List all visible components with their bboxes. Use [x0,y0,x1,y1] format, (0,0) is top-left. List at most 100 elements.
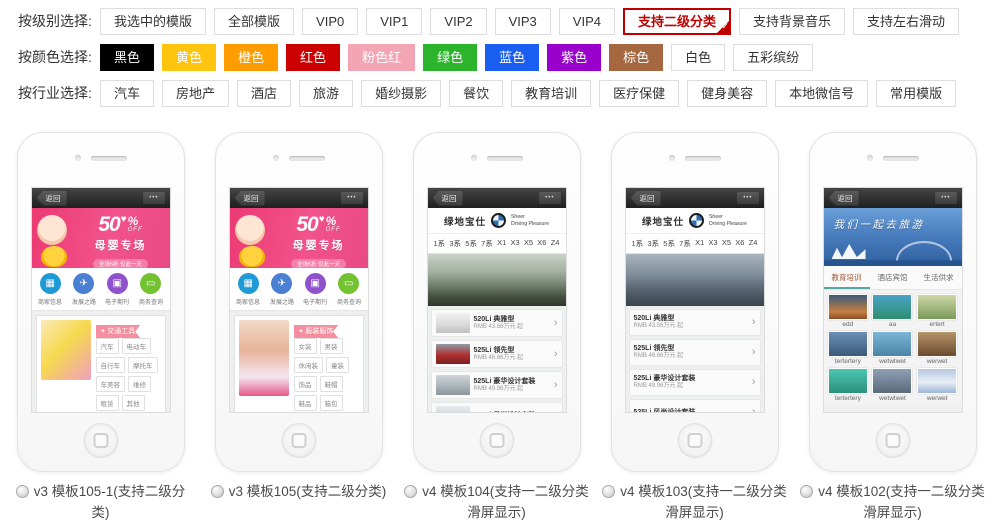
template-radio[interactable] [602,485,615,498]
phone-sensors [18,155,184,161]
template-radio[interactable] [211,485,224,498]
filter-bar: 按级别选择: 我选中的模版全部模版VIP0VIP1VIP2VIP3VIP4支持二… [0,0,993,107]
travel-grid-cell: tertertery [828,368,868,402]
car-list-item: 525Li 风尚设计套装 › [629,399,761,413]
category-tag: 其他 [122,395,145,411]
color-filter-button[interactable]: 棕色 [609,44,663,71]
heart-icon: ♥ [319,215,325,225]
category-card-clothing: 服装服饰 女装男装休闲装童装饰品鞋帽鞋品箱包布艺户外其他 [234,315,364,413]
home-button [479,423,514,458]
industry-filter-button[interactable]: 常用模版 [876,80,956,107]
template-caption: v4 模板103(支持一二级分类 滑屏显示) [602,482,788,524]
template-radio[interactable] [16,485,29,498]
preview-navbar: 返回 ••• [230,188,368,208]
filter-button[interactable]: 支持背景音乐 [739,8,845,35]
industry-filter-button[interactable]: 教育培训 [511,80,591,107]
travel-grid-cell: werwet [917,331,957,365]
category-tag: 饰品 [294,376,317,392]
filter-button[interactable]: VIP4 [559,8,615,35]
filter-row-level: 按级别选择: 我选中的模版全部模版VIP0VIP1VIP2VIP3VIP4支持二… [18,8,993,35]
brand-name: 绿地宝仕 [444,214,486,228]
series-tab: X3 [510,238,519,249]
banner-50: 50 [98,214,119,235]
filter-button[interactable]: VIP3 [495,8,551,35]
template-radio[interactable] [800,485,813,498]
category-tag: 休闲装 [294,357,324,373]
series-tab: 1系 [632,238,644,249]
travel-grid-cell: wetwtwet [872,331,912,365]
color-filter-button[interactable]: 黑色 [100,44,154,71]
template-radio[interactable] [404,485,417,498]
phone-frame: 返回 ••• 绿地宝仕 SheerDriving Pleasure 1系3系5系… [413,132,581,472]
color-filter-button[interactable]: 红色 [286,44,340,71]
banner-subtitle: 全场5折 仅此一天 [291,259,346,268]
filter-button[interactable]: 支持二级分类 [623,8,731,35]
filter-button[interactable]: 我选中的模版 [100,8,206,35]
series-tab: 5系 [465,238,477,249]
category-image [239,320,289,396]
preview-navbar: 返回 ••• [626,188,764,208]
travel-grid-cell: tertertery [828,331,868,365]
color-filter-button[interactable]: 五彩缤纷 [733,44,813,71]
template-caption: v3 模板105(支持二级分类) [206,482,392,503]
car-thumbnail [436,344,470,364]
quick-icon-glyph: ▣ [107,273,128,294]
industry-filter-button[interactable]: 房地产 [162,80,229,107]
speaker-slot [487,156,523,161]
series-tab: X5 [722,238,731,249]
travel-thumbnail [872,368,912,394]
car-list-item: 525Li 豪华设计套装RMB 49.96万元 起 › [431,371,563,399]
travel-thumbnail [872,294,912,320]
industry-filter-button[interactable]: 健身美容 [687,80,767,107]
color-filter-button[interactable]: 绿色 [423,44,477,71]
car-list: 520Li 典雅型RMB 43.56万元 起 › 525Li 领先型RMB 46… [626,306,764,413]
category-tag: 女装 [294,338,317,354]
banner-subtitle: 全场5折 仅此一天 [93,259,148,268]
bmw-logo-icon [689,213,704,228]
color-filter-button[interactable]: 紫色 [547,44,601,71]
series-tab-row: 1系3系5系7系X1X3X5X6Z4 [626,234,764,254]
water-shape [824,260,962,266]
travel-tab: 酒店宾馆 [870,266,916,289]
hero-image [428,254,566,306]
filter-button[interactable]: VIP2 [430,8,486,35]
quick-icon-row: ▦商家信息✈发展之路▣电子期刊▭商务查询 [32,268,170,311]
travel-grid: eddaaertertterterterywetwtwetwerwetterte… [824,290,962,405]
chevron-right-icon: › [554,411,558,414]
template-caption: v4 模板102(支持一二级分类 滑屏显示) [800,482,986,524]
category-tag: 汽车 [96,338,119,354]
industry-filter-button[interactable]: 婚纱摄影 [361,80,441,107]
phone-frame: 返回 ••• 绿地宝仕 SheerDriving Pleasure 1系3系5系… [611,132,779,472]
car-list-item: 525Li 风尚设计套装 › [431,402,563,413]
color-filter-button[interactable]: 蓝色 [485,44,539,71]
industry-filter-button[interactable]: 医疗保健 [599,80,679,107]
template-card-103: 返回 ••• 绿地宝仕 SheerDriving Pleasure 1系3系5系… [601,132,789,524]
industry-filter-button[interactable]: 汽车 [100,80,154,107]
filter-button[interactable]: 全部模版 [214,8,294,35]
industry-filter-button[interactable]: 旅游 [299,80,353,107]
travel-tab-row: 教育培训酒店宾馆生活供求 [824,266,962,290]
color-filter-button[interactable]: 粉色红 [348,44,415,71]
color-filter-button[interactable]: 黄色 [162,44,216,71]
series-tab: 3系 [449,238,461,249]
filter-button[interactable]: VIP1 [366,8,422,35]
color-filter-button[interactable]: 橙色 [224,44,278,71]
series-tab: X1 [695,238,704,249]
category-tag: 箱包 [320,395,343,411]
banner-title: 母婴专场 [274,237,364,253]
filter-buttons: 汽车房地产酒店旅游婚纱摄影餐饮教育培训医疗保健健身美容本地微信号常用模版 [100,80,956,107]
speaker-slot [91,156,127,161]
industry-filter-button[interactable]: 餐饮 [449,80,503,107]
filter-button[interactable]: 支持左右滑动 [853,8,959,35]
industry-filter-button[interactable]: 酒店 [237,80,291,107]
banner-50: 50 [296,214,317,235]
travel-thumbnail [917,368,957,394]
phone-screen: 返回 ••• 我们一起去旅游 教育培训酒店宾馆生活供求 eddaaertertt… [823,187,963,413]
template-card-105: 返回 ••• 50 ♥ %OFF 母婴专场 全场5折 仅此一天 ▦商家信息✈发展… [205,132,393,524]
industry-filter-button[interactable]: 本地微信号 [775,80,868,107]
color-filter-button[interactable]: 白色 [671,44,725,71]
car-list-item: 525Li 领先型RMB 46.66万元 起 › [629,339,761,366]
series-tab: X3 [708,238,717,249]
filter-button[interactable]: VIP0 [302,8,358,35]
category-tag: 维修 [128,376,151,392]
